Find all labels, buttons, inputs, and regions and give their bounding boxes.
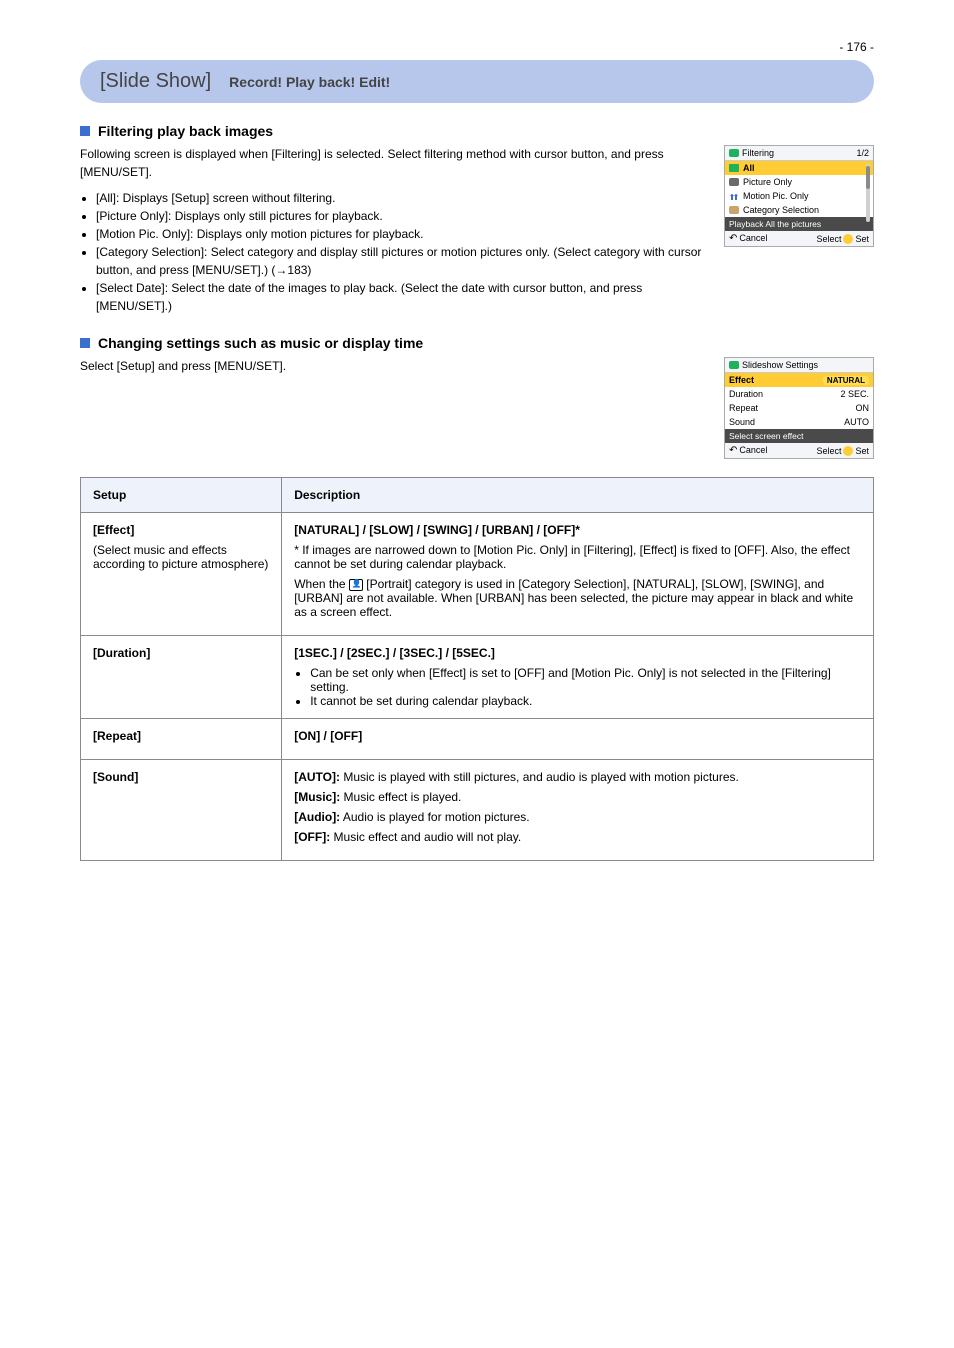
- portrait-icon: [349, 579, 363, 591]
- ss-row-value: ON: [856, 403, 870, 413]
- cancel-button[interactable]: Cancel: [729, 445, 767, 456]
- ss-title: Filtering: [742, 148, 774, 158]
- table-head-setup: Setup: [81, 478, 282, 513]
- subhead-filtering: Filtering play back images: [98, 123, 273, 139]
- filtering-bullet: [Picture Only]: Displays only still pict…: [96, 207, 708, 225]
- ss-row-label: Effect: [729, 375, 823, 385]
- settings-table: Setup Description [Effect] (Select music…: [80, 477, 874, 861]
- row-name: [Sound]: [93, 770, 269, 784]
- row-name: [Effect]: [93, 523, 269, 537]
- ss-help-strip: Select screen effect: [725, 429, 873, 443]
- settings-screenshot: Slideshow Settings Effect NATURAL Durati…: [724, 357, 874, 459]
- ss-row-value: 2 SEC.: [840, 389, 869, 399]
- ss-row-label: Picture Only: [743, 177, 869, 187]
- set-button[interactable]: Set: [855, 446, 869, 456]
- ss-row-picture-only[interactable]: Picture Only: [725, 175, 873, 189]
- select-label: Select: [816, 446, 841, 456]
- settings-body: Select [Setup] and press [MENU/SET].: [80, 357, 708, 383]
- filtering-body: Following screen is displayed when [Filt…: [80, 145, 708, 315]
- set-button[interactable]: Set: [855, 234, 869, 244]
- ss-row-label: Repeat: [729, 403, 856, 413]
- table-row: [Repeat] [ON] / [OFF]: [81, 719, 874, 760]
- ss-row-label: All: [743, 163, 869, 173]
- ss-row-label: Category Selection: [743, 205, 869, 215]
- row-desc: * If images are narrowed down to [Motion…: [294, 543, 861, 571]
- cancel-button[interactable]: Cancel: [729, 233, 767, 244]
- square-bullet-icon: [80, 126, 90, 136]
- ss-row-label: Sound: [729, 417, 844, 427]
- ss-help-strip: Playback All the pictures: [725, 217, 873, 231]
- filtering-bullet: [All]: Displays [Setup] screen without f…: [96, 189, 708, 207]
- section-filtering: Filtering play back images Following scr…: [80, 123, 874, 315]
- sound-opt: [OFF]:: [294, 830, 330, 844]
- row-desc: When the [Portrait] category is used in …: [294, 577, 861, 619]
- row-bullet: Can be set only when [Effect] is set to …: [310, 666, 861, 694]
- ss-row-repeat[interactable]: Repeat ON: [725, 401, 873, 415]
- filtering-bullet: [Category Selection]: Select category an…: [96, 243, 708, 279]
- subhead-settings: Changing settings such as music or displ…: [98, 335, 423, 351]
- camera-icon: [729, 178, 739, 186]
- sound-opt-desc: Music effect is played.: [344, 790, 462, 804]
- ss-row-effect[interactable]: Effect NATURAL: [725, 373, 873, 387]
- filtering-bullet: [Select Date]: Select the date of the im…: [96, 279, 708, 315]
- table-row: [Duration] [1SEC.] / [2SEC.] / [3SEC.] /…: [81, 636, 874, 719]
- square-bullet-icon: [80, 338, 90, 348]
- row-options: [1SEC.] / [2SEC.] / [3SEC.] / [5SEC.]: [294, 646, 861, 660]
- sound-opt-desc: Audio is played for motion pictures.: [343, 810, 530, 824]
- table-head-description: Description: [282, 478, 874, 513]
- play-icon: [729, 361, 739, 369]
- settings-intro: Select [Setup] and press [MENU/SET].: [80, 357, 708, 375]
- row-name-note: (Select music and effects according to p…: [93, 543, 269, 571]
- sound-opt-desc: Music effect and audio will not play.: [334, 830, 522, 844]
- ss-page-indicator: 1/2: [856, 148, 869, 158]
- sound-opt: [Music]:: [294, 790, 340, 804]
- row-name: [Repeat]: [93, 729, 269, 743]
- ss-row-sound[interactable]: Sound AUTO: [725, 415, 873, 429]
- ss-row-duration[interactable]: Duration 2 SEC.: [725, 387, 873, 401]
- joystick-icon: [843, 446, 853, 456]
- joystick-icon: [843, 234, 853, 244]
- filtering-intro: Following screen is displayed when [Filt…: [80, 145, 708, 181]
- ss-row-all[interactable]: All: [725, 161, 873, 175]
- scrollbar-thumb[interactable]: [866, 166, 870, 189]
- sound-opt: [Audio]:: [294, 810, 340, 824]
- ss-title: Slideshow Settings: [742, 360, 818, 370]
- motion-icon: [729, 192, 739, 200]
- scrollbar[interactable]: [866, 164, 870, 222]
- filtering-screenshot: Filtering 1/2 All Picture Only Motion Pi…: [724, 145, 874, 247]
- page-slogan: Record! Play back! Edit!: [229, 74, 390, 90]
- ss-row-label: Duration: [729, 389, 840, 399]
- sound-opt-desc: Music is played with still pictures, and…: [343, 770, 739, 784]
- row-options: [ON] / [OFF]: [294, 729, 861, 743]
- table-row: [Effect] (Select music and effects accor…: [81, 513, 874, 636]
- row-bullet: It cannot be set during calendar playbac…: [310, 694, 861, 708]
- ss-row-value: AUTO: [844, 417, 869, 427]
- page-header: [Slide Show] Record! Play back! Edit!: [80, 60, 874, 103]
- page-number: - 176 -: [839, 40, 874, 54]
- all-icon: [729, 164, 739, 172]
- page-title: [Slide Show]: [100, 70, 211, 93]
- row-options: [NATURAL] / [SLOW] / [SWING] / [URBAN] /…: [294, 523, 861, 537]
- sound-opt: [AUTO]:: [294, 770, 340, 784]
- row-desc-post: [Portrait] category is used in [Category…: [294, 577, 853, 619]
- ss-row-category[interactable]: Category Selection: [725, 203, 873, 217]
- ss-row-label: Motion Pic. Only: [743, 191, 869, 201]
- row-desc-pre: When the: [294, 577, 349, 591]
- row-name: [Duration]: [93, 646, 269, 660]
- select-label: Select: [816, 234, 841, 244]
- category-icon: [729, 206, 739, 214]
- filtering-bullet: [Motion Pic. Only]: Displays only motion…: [96, 225, 708, 243]
- ss-row-value: NATURAL: [823, 376, 869, 385]
- table-row: [Sound] [AUTO]: Music is played with sti…: [81, 760, 874, 861]
- section-settings: Changing settings such as music or displ…: [80, 335, 874, 459]
- play-icon: [729, 149, 739, 157]
- ss-row-motion-pic[interactable]: Motion Pic. Only: [725, 189, 873, 203]
